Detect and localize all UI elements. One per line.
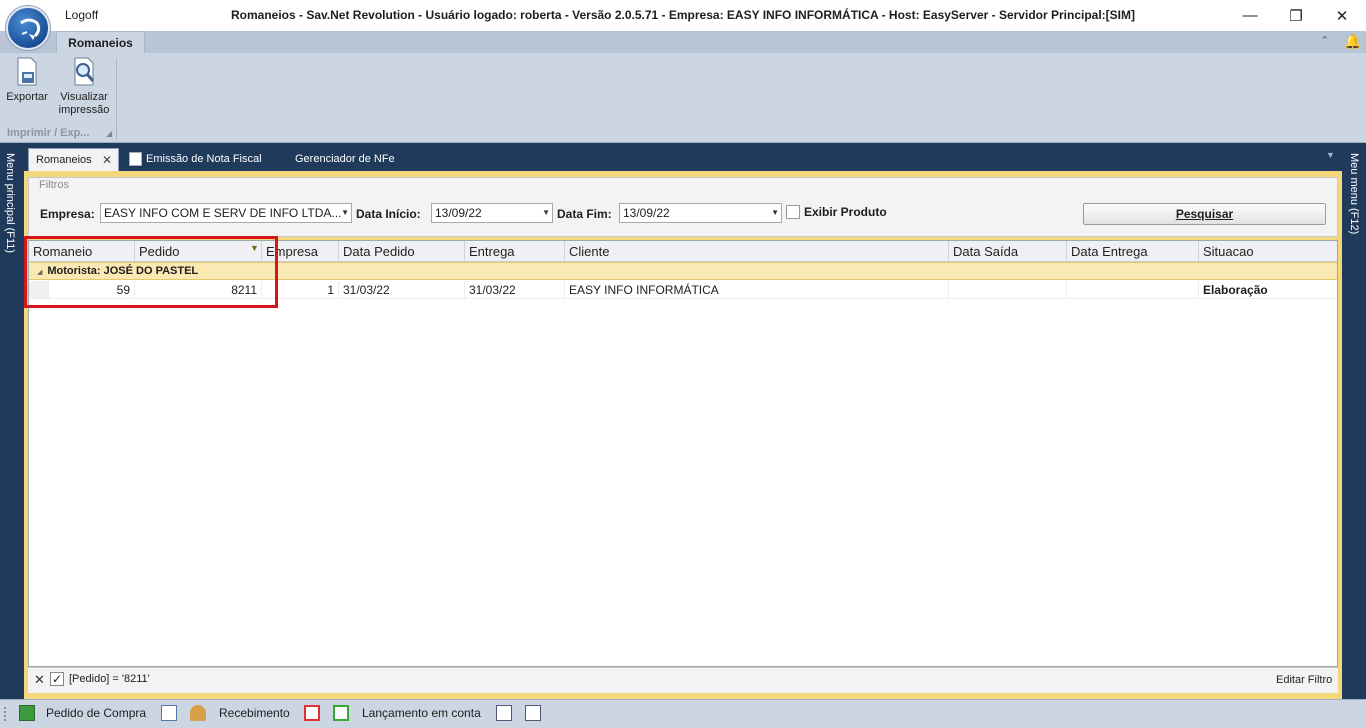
doc-tab-romaneios[interactable]: Romaneios ✕: [28, 148, 119, 171]
doc-tab-emissao-nf[interactable]: Emissão de Nota Fiscal: [129, 148, 269, 171]
list-document-icon[interactable]: [525, 705, 541, 721]
doc-tab-gerenciador-nfe[interactable]: Gerenciador de NFe: [295, 148, 415, 171]
barcode-icon[interactable]: [496, 705, 512, 721]
chevron-down-icon[interactable]: ▼: [542, 204, 550, 222]
ribbon-tab-strip: [0, 31, 1366, 53]
column-header-cliente[interactable]: Cliente: [565, 241, 949, 262]
highlight-annotation-box: [24, 236, 278, 308]
filter-enabled-checkbox[interactable]: ✓: [50, 672, 64, 686]
data-inicio-field[interactable]: 13/09/22 ▼: [431, 203, 553, 223]
lancamento-conta-button[interactable]: Lançamento em conta: [362, 706, 481, 720]
column-header-data-entrega[interactable]: Data Entrega: [1067, 241, 1199, 262]
print-preview-label-1: Visualizar: [60, 91, 108, 103]
close-tab-icon[interactable]: ✕: [102, 149, 112, 171]
ribbon-body: [0, 53, 1366, 143]
ribbon-tab-romaneios[interactable]: Romaneios: [56, 31, 145, 54]
minimize-icon: —: [1242, 7, 1258, 24]
close-window-button[interactable]: ✕: [1319, 0, 1365, 31]
doc-tab-label: Romaneios: [36, 154, 92, 166]
exibir-produto-label[interactable]: Exibir Produto: [804, 205, 887, 219]
empresa-select[interactable]: EASY INFO COM E SERV DE INFO LTDA... ▼: [100, 203, 352, 223]
document-icon: [129, 152, 142, 167]
collapse-ribbon-icon[interactable]: ⌃: [1320, 34, 1329, 47]
empresa-value: EASY INFO COM E SERV DE INFO LTDA...: [104, 206, 342, 220]
chevron-down-icon[interactable]: ▼: [341, 204, 349, 222]
export-label: Exportar: [6, 91, 48, 103]
cell-data-entrega[interactable]: [1067, 281, 1199, 299]
search-button[interactable]: Pesquisar: [1083, 203, 1326, 225]
grip-icon: [4, 707, 7, 721]
dialog-launcher-icon[interactable]: ◢: [106, 129, 112, 138]
data-inicio-value: 13/09/22: [435, 206, 482, 220]
tab-list-dropdown-icon[interactable]: ▼: [1326, 150, 1335, 160]
ribbon-group-label: Imprimir / Exp...: [7, 127, 90, 139]
filters-legend: Filtros: [36, 179, 72, 191]
purchase-order-icon[interactable]: [19, 705, 35, 721]
pedido-compra-button[interactable]: Pedido de Compra: [46, 706, 146, 720]
window-title: Romaneios - Sav.Net Revolution - Usuário…: [231, 8, 1135, 22]
save-export-icon: [17, 57, 37, 86]
cell-data-pedido[interactable]: 31/03/22: [339, 281, 465, 299]
ribbon-group-separator: [116, 58, 117, 140]
check-icon: ✓: [51, 672, 63, 686]
column-header-data-pedido[interactable]: Data Pedido: [339, 241, 465, 262]
right-sidebar[interactable]: Meu menu (F12): [1342, 143, 1366, 699]
restore-button[interactable]: ❐: [1273, 0, 1319, 31]
column-header-situacao[interactable]: Situacao: [1199, 241, 1337, 262]
doc-tab-label: Gerenciador de NFe: [295, 153, 395, 165]
app-logo-button[interactable]: [6, 6, 50, 50]
cell-entrega[interactable]: 31/03/22: [465, 281, 565, 299]
cell-situacao[interactable]: Elaboração: [1199, 281, 1337, 299]
restore-icon: ❐: [1289, 7, 1303, 25]
app-logo-icon: [20, 18, 41, 40]
print-preview-button[interactable]: Visualizar impressão: [56, 57, 112, 117]
edit-filter-link[interactable]: Editar Filtro: [1276, 674, 1332, 686]
cell-cliente[interactable]: EASY INFO INFORMÁTICA: [565, 281, 949, 299]
print-preview-label-2: impressão: [58, 104, 110, 116]
left-sidebar[interactable]: Menu principal (F11): [0, 143, 24, 699]
minimize-button[interactable]: —: [1227, 0, 1273, 31]
close-icon: ✕: [1335, 7, 1349, 25]
exibir-produto-checkbox[interactable]: [786, 205, 800, 219]
grid-filter-bar: [28, 667, 1338, 693]
magnifier-page-icon: [74, 57, 95, 86]
report-red-icon[interactable]: [304, 705, 320, 721]
clear-filter-icon[interactable]: ✕: [34, 672, 45, 688]
report-green-icon[interactable]: [333, 705, 349, 721]
chevron-down-icon[interactable]: ▼: [771, 204, 779, 222]
data-fim-field[interactable]: 13/09/22 ▼: [619, 203, 782, 223]
data-fim-value: 13/09/22: [623, 206, 670, 220]
data-fim-label: Data Fim:: [557, 207, 612, 221]
export-button[interactable]: Exportar: [5, 57, 49, 104]
my-menu-label[interactable]: Meu menu (F12): [1348, 153, 1360, 234]
doc-tab-label: Emissão de Nota Fiscal: [146, 153, 262, 165]
new-document-icon[interactable]: [161, 705, 177, 721]
notification-bell-icon[interactable]: 🔔: [1344, 33, 1361, 50]
column-header-entrega[interactable]: Entrega: [465, 241, 565, 262]
column-header-data-saida[interactable]: Data Saída: [949, 241, 1067, 262]
data-inicio-label: Data Início:: [356, 207, 421, 221]
empresa-label: Empresa:: [40, 207, 95, 221]
main-menu-label[interactable]: Menu principal (F11): [4, 153, 16, 253]
user-receive-icon[interactable]: [190, 705, 206, 721]
cell-data-saida[interactable]: [949, 281, 1067, 299]
recebimento-button[interactable]: Recebimento: [219, 706, 290, 720]
filter-expression[interactable]: [Pedido] = '8211': [69, 673, 150, 685]
